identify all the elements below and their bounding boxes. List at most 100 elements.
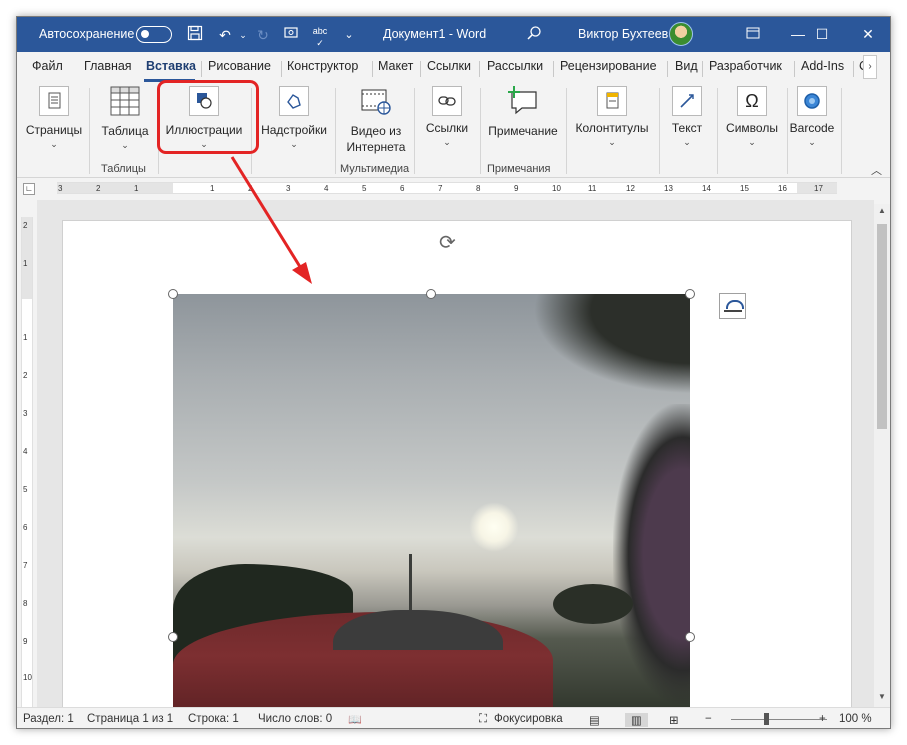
status-section[interactable]: Раздел: 1 (23, 713, 74, 725)
close-icon[interactable]: ✕ (845, 17, 890, 52)
maximize-icon[interactable]: ☐ (799, 17, 845, 52)
ruler-number: 15 (740, 184, 749, 193)
tab-stop-selector[interactable]: ∟ (23, 183, 35, 195)
tab-home[interactable]: Главная (84, 59, 132, 73)
zoom-out-button[interactable]: − (705, 713, 712, 725)
vertical-ruler[interactable]: 2 1 1 2 3 4 5 6 7 8 9 10 (21, 217, 33, 707)
ribbon-display-icon[interactable] (730, 17, 776, 52)
status-bar: Раздел: 1 Страница 1 из 1 Строка: 1 Числ… (17, 707, 890, 728)
undo-icon[interactable]: ↶ (215, 25, 235, 45)
search-icon[interactable] (524, 25, 544, 45)
ruler-number: 10 (23, 673, 32, 682)
resize-handle[interactable] (426, 289, 436, 299)
undo-dropdown-icon[interactable]: ⌄ (233, 25, 253, 45)
pages-label: Страницы (25, 123, 83, 137)
ruler-number: 12 (626, 184, 635, 193)
tab-developer[interactable]: Разработчик (709, 59, 782, 73)
ruler-number: 3 (58, 184, 63, 193)
tab-separator (201, 61, 202, 77)
print-layout-icon[interactable]: ▥ (625, 713, 648, 727)
document-canvas[interactable]: ⟳ (37, 200, 874, 707)
table-button[interactable]: Таблица ⌄ (97, 82, 153, 164)
collapse-ribbon-icon[interactable]: ︿ (871, 162, 882, 178)
ruler-number: 9 (514, 184, 519, 193)
group-separator (335, 88, 336, 174)
online-video-label-2: Интернета (346, 140, 406, 154)
picture-tree (533, 294, 690, 394)
avatar[interactable] (669, 22, 693, 46)
redo-icon[interactable]: ↻ (253, 25, 273, 45)
tab-references[interactable]: Ссылки (427, 59, 471, 73)
title-bar: Автосохранение ↶ ⌄ ↻ abc ✓ ⌄ Документ1 - … (17, 17, 890, 52)
spelling-icon[interactable]: abc ✓ (310, 25, 330, 48)
tab-addins[interactable]: Add-Ins (801, 59, 844, 73)
links-button[interactable]: Ссылки ⌄ (417, 82, 477, 164)
status-line[interactable]: Строка: 1 (188, 713, 239, 725)
text-label: Текст (671, 121, 703, 135)
barcode-label: Barcode (789, 121, 835, 135)
scroll-thumb[interactable] (877, 224, 887, 429)
tab-mailings[interactable]: Рассылки (487, 59, 543, 73)
group-label-tables: Таблицы (101, 163, 146, 175)
web-layout-icon[interactable]: ⊞ (669, 713, 679, 727)
comment-button[interactable]: Примечание (483, 82, 563, 164)
pages-button[interactable]: Страницы ⌄ (21, 82, 87, 164)
save-icon[interactable] (185, 25, 205, 45)
proofing-icon[interactable]: 📖 (348, 713, 362, 726)
word-window: Автосохранение ↶ ⌄ ↻ abc ✓ ⌄ Документ1 - … (16, 16, 891, 729)
ruler-number: 3 (23, 409, 28, 418)
pages-icon (39, 86, 69, 116)
ruler-number: 6 (23, 523, 28, 532)
rotate-handle-icon[interactable]: ⟳ (439, 230, 456, 255)
resize-handle[interactable] (168, 632, 178, 642)
zoom-level[interactable]: 100 % (839, 713, 872, 725)
tab-file[interactable]: Файл (32, 59, 63, 73)
horizontal-ruler: ∟ 3 2 1 1 2 3 4 5 6 7 8 9 10 11 12 13 14… (17, 178, 890, 200)
ruler-number: 13 (664, 184, 673, 193)
text-button[interactable]: Текст ⌄ (662, 82, 712, 164)
tab-scroll-right-icon[interactable]: › (863, 55, 877, 79)
resize-handle[interactable] (685, 289, 695, 299)
scroll-up-icon[interactable]: ▲ (874, 206, 890, 220)
zoom-in-button[interactable]: + (819, 713, 826, 725)
online-video-button[interactable]: Видео из Интернета (341, 82, 411, 164)
tab-insert[interactable]: Вставка (146, 59, 196, 73)
tab-review[interactable]: Рецензирование (560, 59, 657, 73)
picture-bush (613, 404, 690, 704)
picture-sun (469, 502, 519, 552)
zoom-slider-thumb[interactable] (764, 713, 769, 725)
ruler-number: 7 (23, 561, 28, 570)
read-mode-icon[interactable]: ▤ (589, 713, 600, 727)
scroll-down-icon[interactable]: ▼ (874, 692, 890, 706)
autosave-toggle[interactable] (136, 26, 172, 43)
ruler-number: 5 (23, 485, 28, 494)
tab-draw[interactable]: Рисование (208, 59, 271, 73)
zoom-slider[interactable] (731, 719, 827, 720)
ruler-number: 9 (23, 637, 28, 646)
status-words[interactable]: Число слов: 0 (258, 713, 332, 725)
user-name[interactable]: Виктор Бухтеев (578, 27, 668, 41)
focus-icon[interactable]: ⛶ (479, 713, 487, 726)
tab-view[interactable]: Вид (675, 59, 698, 73)
resize-handle[interactable] (685, 632, 695, 642)
barcode-button[interactable]: Barcode ⌄ (787, 82, 837, 164)
tab-separator (281, 61, 282, 77)
touch-mode-icon[interactable] (281, 25, 301, 45)
customize-icon[interactable]: ⌄ (339, 25, 359, 45)
ruler-strip[interactable]: 3 2 1 1 2 3 4 5 6 7 8 9 10 11 12 13 14 1… (57, 182, 837, 194)
group-separator (841, 88, 842, 174)
addins-button[interactable]: Надстройки ⌄ (257, 82, 331, 164)
tab-layout[interactable]: Макет (378, 59, 413, 73)
chevron-down-icon: ⌄ (290, 139, 298, 149)
group-label-media: Мультимедиа (340, 163, 410, 175)
text-box-icon (672, 86, 702, 116)
header-footer-button[interactable]: Колонтитулы ⌄ (570, 82, 654, 164)
layout-options-icon[interactable] (719, 293, 746, 319)
resize-handle[interactable] (168, 289, 178, 299)
inserted-picture[interactable] (173, 294, 690, 707)
tab-design[interactable]: Конструктор (287, 59, 358, 73)
status-page[interactable]: Страница 1 из 1 (87, 713, 173, 725)
focus-mode-button[interactable]: Фокусировка (494, 713, 563, 725)
vertical-scrollbar[interactable]: ▲ ▼ (874, 204, 890, 707)
symbols-button[interactable]: Ω Символы ⌄ (720, 82, 784, 164)
